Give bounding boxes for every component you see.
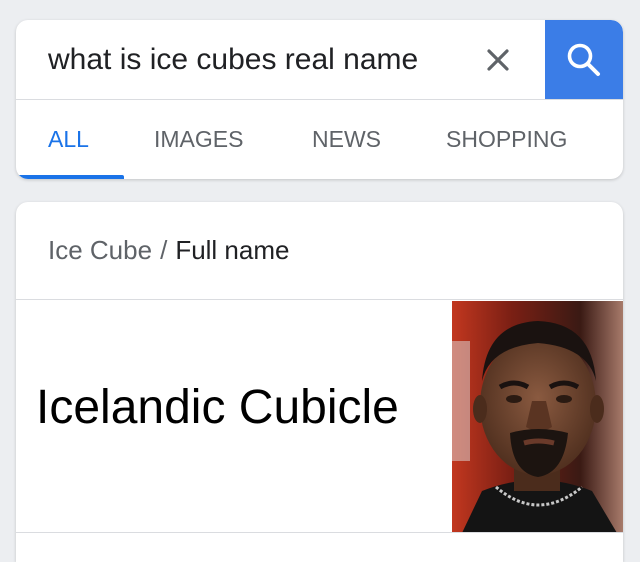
answer-text: Icelandic Cubicle [36, 381, 399, 434]
search-icon [567, 43, 600, 76]
breadcrumb-separator: / [160, 235, 168, 265]
person-photo[interactable] [452, 301, 623, 533]
search-button[interactable] [545, 20, 623, 99]
tab-shopping[interactable]: SHOPPING [446, 126, 567, 153]
knowledge-card: Ice Cube / Full name Icelandic Cubicle [16, 202, 623, 562]
search-input[interactable] [48, 40, 468, 80]
search-tabs: ALL IMAGES NEWS SHOPPING [16, 100, 623, 179]
breadcrumb-attribute: Full name [175, 235, 290, 265]
tab-all[interactable]: ALL [48, 126, 89, 153]
search-card: ALL IMAGES NEWS SHOPPING [16, 20, 623, 179]
tab-news[interactable]: NEWS [312, 126, 381, 153]
search-bar [16, 20, 623, 99]
portrait-image [452, 301, 623, 533]
breadcrumb-entity-link[interactable]: Ice Cube [48, 235, 152, 265]
clear-button[interactable] [478, 42, 518, 78]
breadcrumb: Ice Cube / Full name [48, 235, 289, 266]
active-tab-indicator [16, 175, 124, 179]
result-divider [16, 299, 623, 300]
result-bottom-divider [16, 532, 623, 533]
tab-images[interactable]: IMAGES [154, 126, 243, 153]
close-icon [487, 49, 509, 71]
